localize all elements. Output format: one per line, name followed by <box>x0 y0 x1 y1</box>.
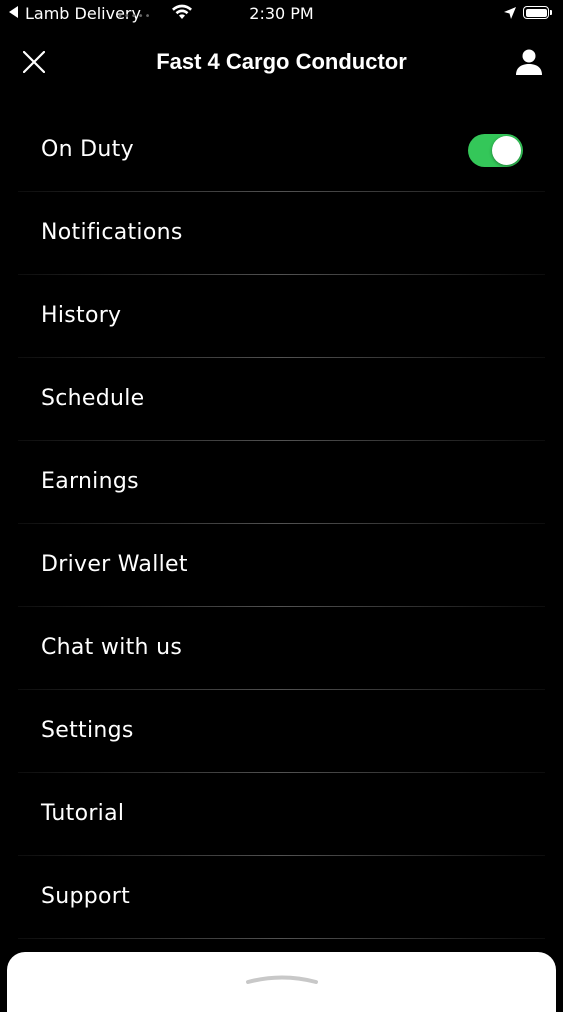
battery-level <box>525 8 547 17</box>
battery-nub <box>550 10 552 15</box>
profile-button[interactable] <box>506 42 550 82</box>
bottom-sheet[interactable] <box>7 952 556 1012</box>
on-duty-toggle[interactable] <box>468 134 523 167</box>
person-icon <box>516 49 542 75</box>
menu-item-label: On Duty <box>41 137 134 162</box>
toggle-knob <box>492 136 521 165</box>
location-arrow-icon <box>504 7 516 19</box>
battery-icon <box>523 6 549 19</box>
menu-item-on-duty: On Duty <box>0 109 563 192</box>
menu-item-label: Support <box>41 884 131 909</box>
menu-item-settings[interactable]: Settings <box>0 690 563 773</box>
menu-item-notifications[interactable]: Notifications <box>0 192 563 275</box>
menu-item-driver-wallet[interactable]: Driver Wallet <box>0 524 563 607</box>
page-title: Fast 4 Cargo Conductor <box>156 49 407 74</box>
menu-item-history[interactable]: History <box>0 275 563 358</box>
menu-item-label: Chat with us <box>41 635 183 660</box>
menu-item-label: Notifications <box>41 220 183 245</box>
menu-item-label: Settings <box>41 718 134 743</box>
menu-item-label: Earnings <box>41 469 139 494</box>
menu-item-label: Driver Wallet <box>41 552 188 577</box>
menu-item-label: Schedule <box>41 386 145 411</box>
menu-item-tutorial[interactable]: Tutorial <box>0 773 563 856</box>
sheet-drag-handle-icon[interactable] <box>246 974 318 984</box>
menu-item-label: Tutorial <box>41 801 125 826</box>
menu-item-support[interactable]: Support <box>0 856 563 939</box>
menu-item-chat-with-us[interactable]: Chat with us <box>0 607 563 690</box>
status-time: 2:30 PM <box>249 4 314 23</box>
status-bar: Lamb Delivery ••••• 2:30 PM <box>0 0 563 28</box>
menu-item-label: History <box>41 303 122 328</box>
menu-item-earnings[interactable]: Earnings <box>0 441 563 524</box>
menu-item-schedule[interactable]: Schedule <box>0 358 563 441</box>
app-header: Fast 4 Cargo Conductor <box>0 34 563 90</box>
side-menu: On Duty Notifications History Schedule E… <box>0 109 563 939</box>
